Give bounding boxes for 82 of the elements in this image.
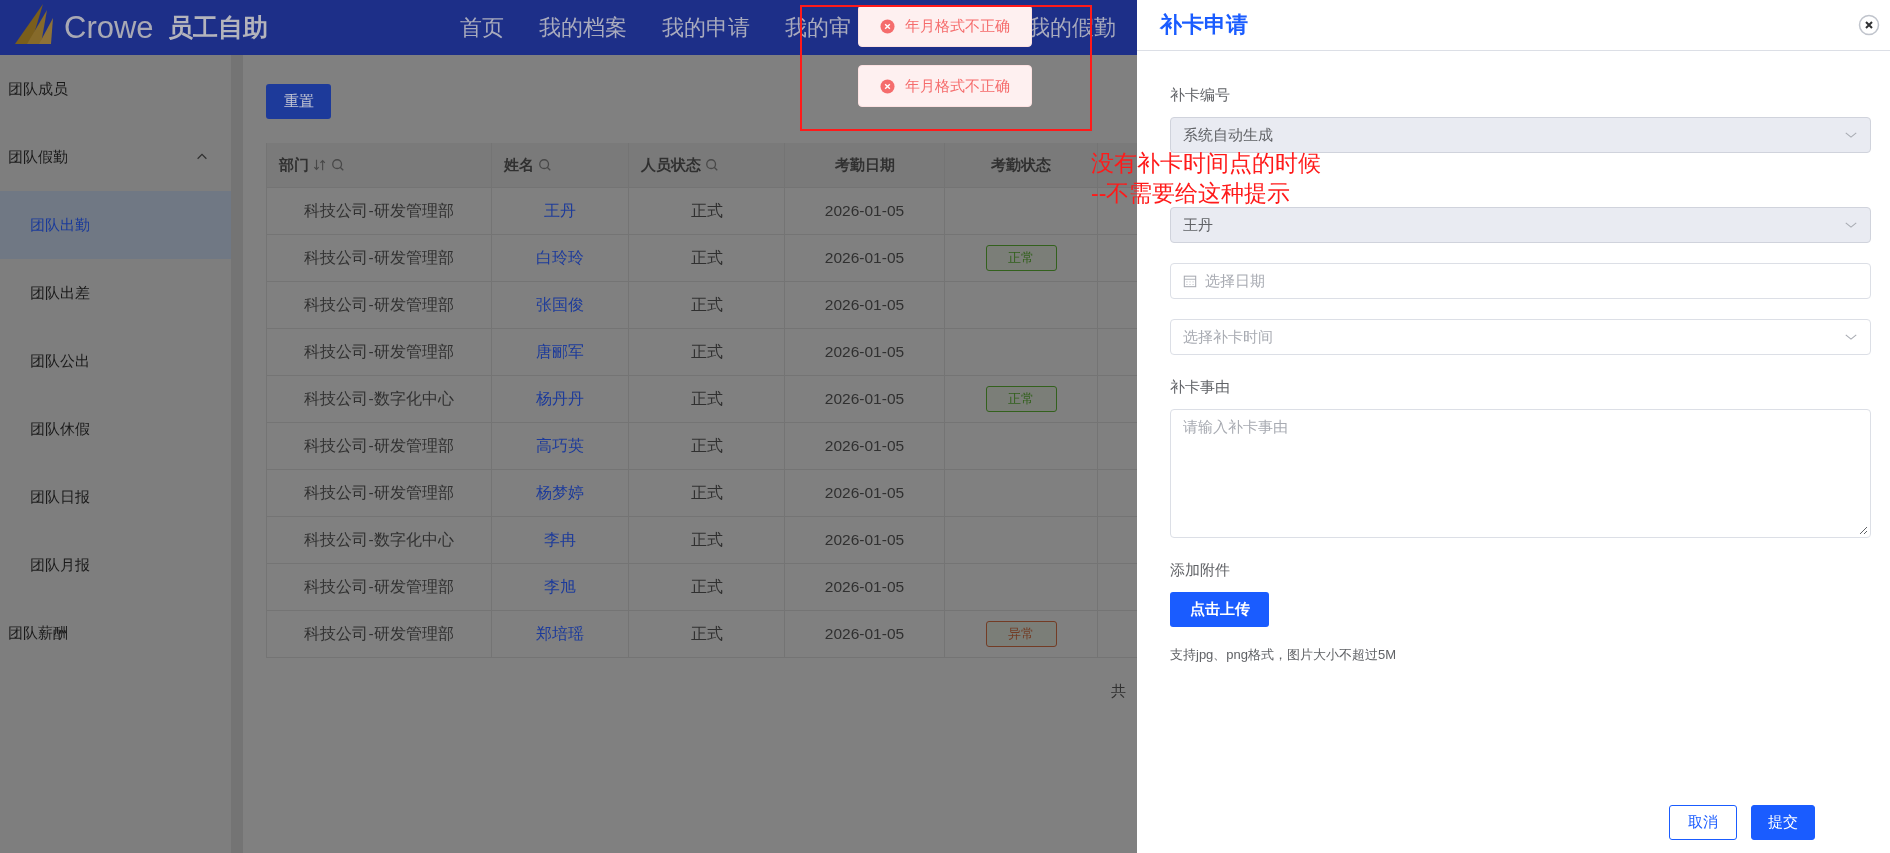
upload-hint: 支持jpg、png格式，图片大小不超过5M <box>1170 646 1398 664</box>
table-cell: 2026-01-05 <box>824 343 905 361</box>
table-cell-text: 科技公司-研发管理部 <box>304 294 454 315</box>
sidebar-subitem[interactable]: 团队出勤 <box>0 191 231 259</box>
table-cell: 2026-01-05 <box>824 202 905 220</box>
name-link[interactable]: 张国俊 <box>536 294 584 316</box>
upload-button[interactable]: 点击上传 <box>1170 592 1269 627</box>
field-label: 补卡事由 <box>1170 377 1231 397</box>
column-header: 姓名 <box>504 155 534 175</box>
table-cell-text: 科技公司-研发管理部 <box>304 200 454 221</box>
status-tag: 正常 <box>985 245 1057 271</box>
table-cell-text: 正式 <box>690 294 723 315</box>
column-header: 考勤日期 <box>834 155 895 175</box>
table-cell-text: 正式 <box>690 576 723 597</box>
field-label: 补卡编号 <box>1170 85 1231 105</box>
sidebar-subitem[interactable]: 团队日报 <box>0 463 231 531</box>
calendar-icon <box>1183 274 1197 288</box>
select-field[interactable]: 选择补卡时间 <box>1170 319 1871 355</box>
field-label: 添加附件 <box>1170 560 1231 580</box>
logo-text: Crowe <box>64 9 154 46</box>
sidebar-subitem[interactable]: 团队出差 <box>0 259 231 327</box>
cancel-button[interactable]: 取消 <box>1669 805 1737 840</box>
table-cell: 2026-01-05 <box>824 625 905 643</box>
name-link[interactable]: 高巧英 <box>536 435 584 457</box>
name-link[interactable]: 唐郦军 <box>536 341 584 363</box>
table-cell-text: 科技公司-研发管理部 <box>304 247 454 268</box>
table-cell-text: 正式 <box>690 341 723 362</box>
table-cell-text: 正式 <box>690 529 723 550</box>
name-link[interactable]: 李冉 <box>544 529 576 551</box>
nav-link[interactable]: 我的申请 <box>662 12 750 43</box>
table-cell-text: 正式 <box>690 482 723 503</box>
table-cell: 2026-01-05 <box>824 484 905 502</box>
sidebar-subitem[interactable]: 团队公出 <box>0 327 231 395</box>
table-cell: 2026-01-05 <box>824 390 905 408</box>
sidebar-subitem[interactable]: 团队休假 <box>0 395 231 463</box>
column-header: 人员状态 <box>641 155 701 175</box>
sidebar-item[interactable]: 团队假勤 <box>0 123 231 191</box>
app-title: 员工自助 <box>167 12 268 43</box>
nav-link[interactable]: 首页 <box>460 12 504 43</box>
name-link[interactable]: 郑培瑶 <box>536 623 584 645</box>
table-cell-text: 正式 <box>690 435 723 456</box>
table-cell: 2026-01-05 <box>824 249 905 267</box>
column-header: 部门 <box>279 155 309 175</box>
error-icon <box>880 78 895 94</box>
name-link[interactable]: 王丹 <box>544 200 576 222</box>
table-cell: 2026-01-05 <box>824 296 905 314</box>
table-cell-text: 正式 <box>690 247 723 268</box>
text-area[interactable]: 请输入补卡事由 <box>1170 409 1871 538</box>
name-link[interactable]: 李旭 <box>544 576 576 598</box>
table-cell-text: 科技公司-研发管理部 <box>304 623 454 644</box>
table-cell: 2026-01-05 <box>824 531 905 549</box>
table-cell-text: 科技公司-研发管理部 <box>304 435 454 456</box>
sidebar-item[interactable]: 团队成员 <box>0 55 231 123</box>
nav-link[interactable]: 我的档案 <box>539 12 627 43</box>
table-cell: 2026-01-05 <box>824 437 905 455</box>
table-cell-text: 正式 <box>690 388 723 409</box>
name-link[interactable]: 杨梦婷 <box>536 482 584 504</box>
pagination-total: 共 <box>1111 682 1126 701</box>
drawer-title: 补卡申请 <box>1160 11 1248 39</box>
error-toast: 年月格式不正确 <box>858 5 1032 47</box>
table-cell: 2026-01-05 <box>824 578 905 596</box>
table-cell-text: 科技公司-数字化中心 <box>304 529 454 550</box>
name-link[interactable]: 白玲玲 <box>536 247 584 269</box>
status-tag: 正常 <box>985 386 1057 412</box>
table-cell-text: 科技公司-数字化中心 <box>304 388 454 409</box>
table-cell-text: 正式 <box>690 200 723 221</box>
table-cell-text: 正式 <box>690 623 723 644</box>
table-cell-text: 科技公司-研发管理部 <box>304 341 454 362</box>
date-picker[interactable]: 选择日期 <box>1170 263 1871 299</box>
error-toast: 年月格式不正确 <box>858 65 1032 107</box>
error-icon <box>880 18 895 34</box>
table-cell-text: 科技公司-研发管理部 <box>304 482 454 503</box>
sidebar-item[interactable]: 团队薪酬 <box>0 599 231 667</box>
sidebar-subitem[interactable]: 团队月报 <box>0 531 231 599</box>
submit-button[interactable]: 提交 <box>1751 805 1815 840</box>
close-icon[interactable] <box>1858 14 1880 36</box>
table-cell-text: 科技公司-研发管理部 <box>304 576 454 597</box>
reset-button[interactable]: 重置 <box>266 84 331 119</box>
column-header: 考勤状态 <box>991 155 1051 175</box>
name-link[interactable]: 杨丹丹 <box>536 388 584 410</box>
status-tag: 异常 <box>985 621 1057 647</box>
resize-grip-icon <box>1858 525 1868 535</box>
